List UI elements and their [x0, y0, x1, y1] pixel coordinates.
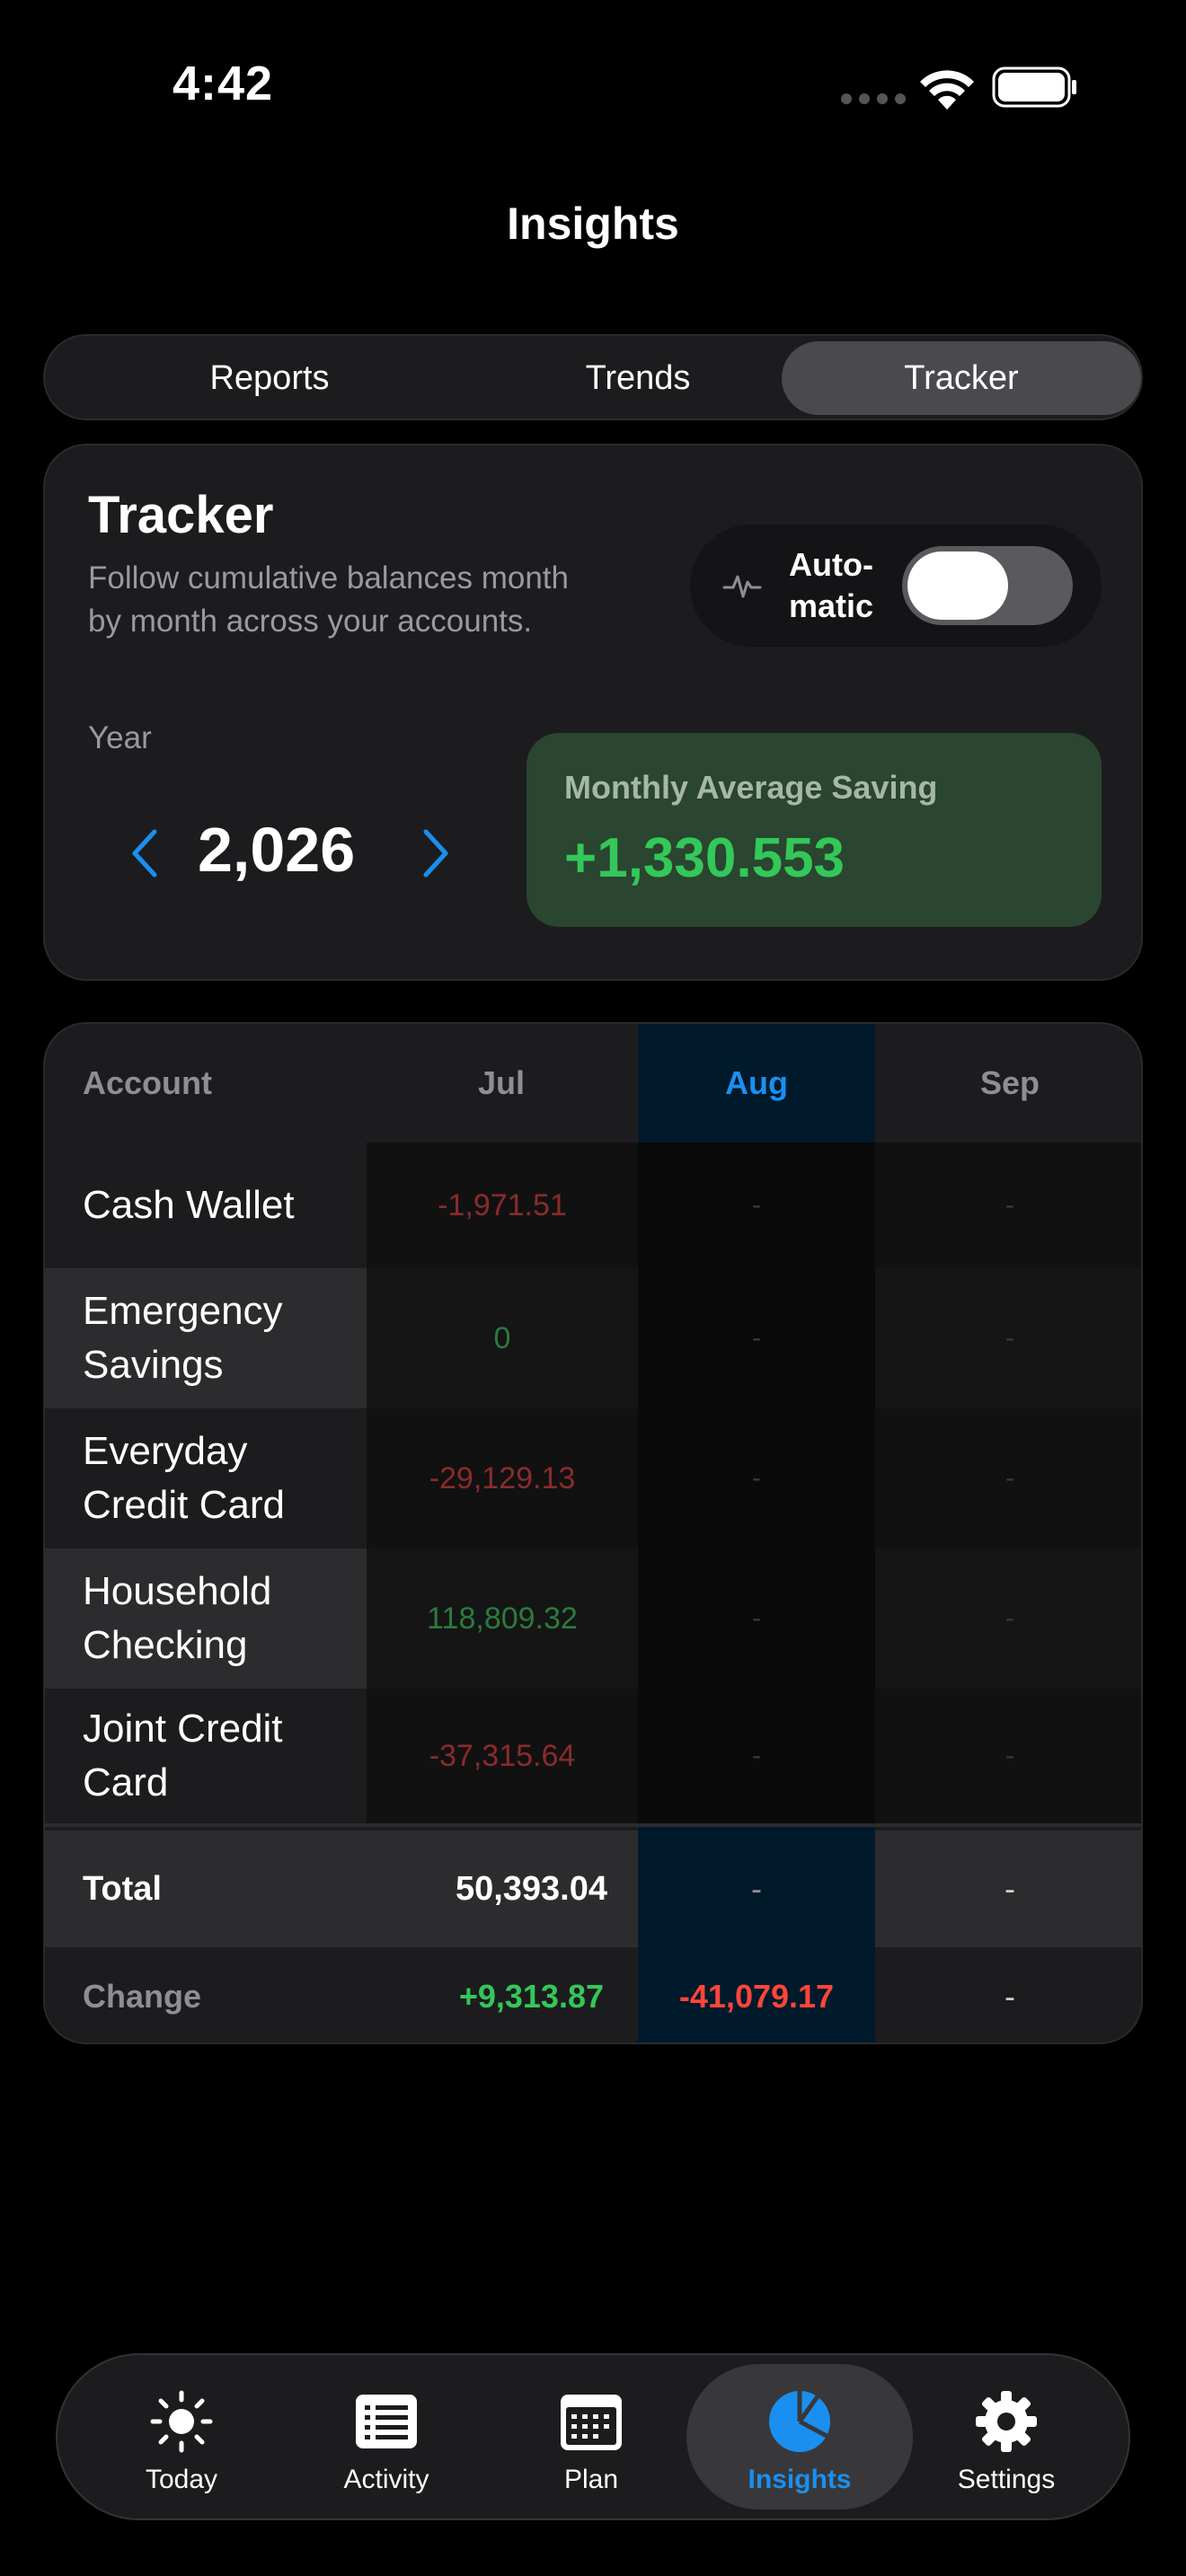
change-row: Change +9,313.87 -41,079.17 -: [45, 1947, 1141, 2042]
account-name: Cash Wallet: [83, 1183, 295, 1227]
account-name: Joint Credit Card: [83, 1707, 283, 1804]
table-row[interactable]: Cash Wallet -1,971.51 - -: [45, 1142, 1141, 1268]
cell-aug: -: [638, 1548, 875, 1689]
total-label: Total: [83, 1869, 162, 1908]
change-aug: -41,079.17: [638, 1947, 875, 2042]
cell-jul: -37,315.64: [367, 1689, 638, 1823]
automatic-toggle[interactable]: [902, 546, 1073, 625]
tab-label: Plan: [563, 2465, 619, 2494]
cell-jul: -1,971.51: [367, 1142, 638, 1268]
page-title: Insights: [507, 198, 679, 249]
average-saving-value: +1,330.553: [564, 827, 845, 889]
monthly-average-saving-card: Monthly Average Saving +1,330.553: [527, 733, 1102, 927]
cell-jul: 0: [367, 1268, 638, 1408]
total-row: Total 50,393.04 - -: [45, 1831, 1141, 1947]
account-name: Everyday Credit Card: [83, 1429, 285, 1527]
column-header-jul: Jul: [477, 1064, 525, 1101]
automatic-toggle-group: Auto- matic: [690, 525, 1102, 647]
gear-icon: [976, 2391, 1037, 2452]
tab-label: Activity: [343, 2465, 429, 2494]
balance-table: Account Jul Aug Sep Cash Wallet -1,971.5…: [43, 1022, 1143, 2044]
status-bar: 4:42: [0, 0, 1186, 171]
tab-tracker[interactable]: Tracker: [782, 341, 1141, 415]
total-aug: -: [638, 1831, 875, 1947]
tab-plan[interactable]: Plan: [478, 2364, 704, 2510]
cell-aug: -: [638, 1142, 875, 1268]
change-label: Change: [83, 1978, 202, 2015]
column-header-aug: Aug: [725, 1064, 788, 1101]
tracker-title: Tracker: [88, 486, 274, 544]
pulse-icon: [722, 575, 762, 598]
cell-sep: -: [875, 1142, 1141, 1268]
cell-jul: -29,129.13: [367, 1408, 638, 1548]
tab-trends[interactable]: Trends: [458, 341, 818, 415]
average-saving-label: Monthly Average Saving: [564, 769, 938, 806]
toggle-knob: [907, 551, 1008, 620]
tab-insights[interactable]: Insights: [686, 2364, 913, 2510]
calendar-icon: [561, 2395, 622, 2450]
year-label: Year: [88, 720, 152, 755]
tab-bar: Today Activity Plan Insights Settings: [56, 2353, 1130, 2520]
wifi-icon: [920, 70, 974, 110]
table-row[interactable]: Joint Credit Card -37,315.64 - -: [45, 1689, 1141, 1823]
chevron-right-icon[interactable]: [417, 826, 455, 880]
tracker-description: Follow cumulative balances month by mont…: [88, 560, 569, 639]
insights-segmented-control: Reports Trends Tracker: [43, 334, 1143, 420]
automatic-label: Auto- matic: [789, 546, 874, 624]
total-jul: 50,393.04: [455, 1869, 607, 1908]
tracker-card: Tracker Follow cumulative balances month…: [43, 444, 1143, 981]
tab-label: Settings: [957, 2465, 1056, 2494]
battery-icon: [992, 66, 1076, 108]
table-divider: [45, 1823, 1141, 1827]
cell-aug: -: [638, 1268, 875, 1408]
cell-aug: -: [638, 1408, 875, 1548]
cell-aug: -: [638, 1689, 875, 1823]
cell-jul: 118,809.32: [367, 1548, 638, 1689]
table-row[interactable]: Household Checking 118,809.32 - -: [45, 1548, 1141, 1689]
status-time: 4:42: [173, 57, 274, 110]
signal-icon: [841, 93, 906, 104]
tab-label: Insights: [748, 2465, 852, 2494]
tab-label: Today: [145, 2465, 218, 2494]
pie-chart-icon: [769, 2391, 830, 2452]
cell-sep: -: [875, 1408, 1141, 1548]
chevron-left-icon[interactable]: [126, 826, 164, 880]
tab-today[interactable]: Today: [68, 2364, 295, 2510]
account-name: Household Checking: [83, 1569, 272, 1667]
cell-sep: -: [875, 1548, 1141, 1689]
cell-sep: -: [875, 1689, 1141, 1823]
table-row[interactable]: Emergency Savings 0 - -: [45, 1268, 1141, 1408]
sun-icon: [150, 2390, 213, 2453]
column-header-sep: Sep: [979, 1064, 1040, 1101]
year-value: 2,026: [198, 815, 356, 885]
change-jul: +9,313.87: [458, 1978, 604, 2015]
account-name: Emergency Savings: [83, 1289, 283, 1387]
table-row[interactable]: Everyday Credit Card -29,129.13 - -: [45, 1408, 1141, 1548]
tab-activity[interactable]: Activity: [273, 2364, 500, 2510]
total-sep: -: [1005, 1870, 1015, 1907]
table-header: Account Jul Aug Sep: [45, 1024, 1141, 1142]
column-header-account: Account: [83, 1064, 212, 1101]
tab-settings[interactable]: Settings: [893, 2364, 1120, 2510]
list-icon: [356, 2395, 417, 2448]
change-sep: -: [1005, 1978, 1015, 2015]
cell-sep: -: [875, 1268, 1141, 1408]
tab-reports[interactable]: Reports: [90, 341, 449, 415]
